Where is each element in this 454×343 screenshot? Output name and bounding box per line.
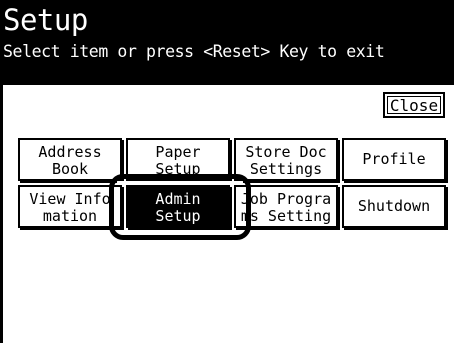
screen-title: Setup xyxy=(3,3,88,37)
close-button[interactable]: Close xyxy=(383,92,445,118)
admin-setup-button[interactable]: Admin Setup xyxy=(126,185,230,228)
paper-setup-label: Paper Setup xyxy=(155,143,201,178)
view-information-button[interactable]: View Info mation xyxy=(18,185,122,228)
close-button-label: Close xyxy=(389,96,439,115)
profile-label: Profile xyxy=(362,150,426,168)
profile-button[interactable]: Profile xyxy=(342,138,446,181)
address-book-label: Address Book xyxy=(38,143,102,178)
job-programs-setting-button[interactable]: Job Progra ms Setting xyxy=(234,185,338,228)
store-doc-settings-label: Store Doc Settings xyxy=(245,143,327,178)
address-book-button[interactable]: Address Book xyxy=(18,138,122,181)
view-information-label: View Info mation xyxy=(29,190,111,225)
admin-setup-label: Admin Setup xyxy=(155,190,201,225)
store-doc-settings-button[interactable]: Store Doc Settings xyxy=(234,138,338,181)
screen-subtitle: Select item or press <Reset> Key to exit xyxy=(3,42,385,61)
screen-header: Setup Select item or press <Reset> Key t… xyxy=(0,0,454,72)
shutdown-button[interactable]: Shutdown xyxy=(342,185,446,228)
menu-panel: Close Address Book Paper Setup Store Doc… xyxy=(3,85,454,343)
job-programs-setting-label: Job Progra ms Setting xyxy=(240,190,332,225)
shutdown-label: Shutdown xyxy=(357,197,431,215)
paper-setup-button[interactable]: Paper Setup xyxy=(126,138,230,181)
